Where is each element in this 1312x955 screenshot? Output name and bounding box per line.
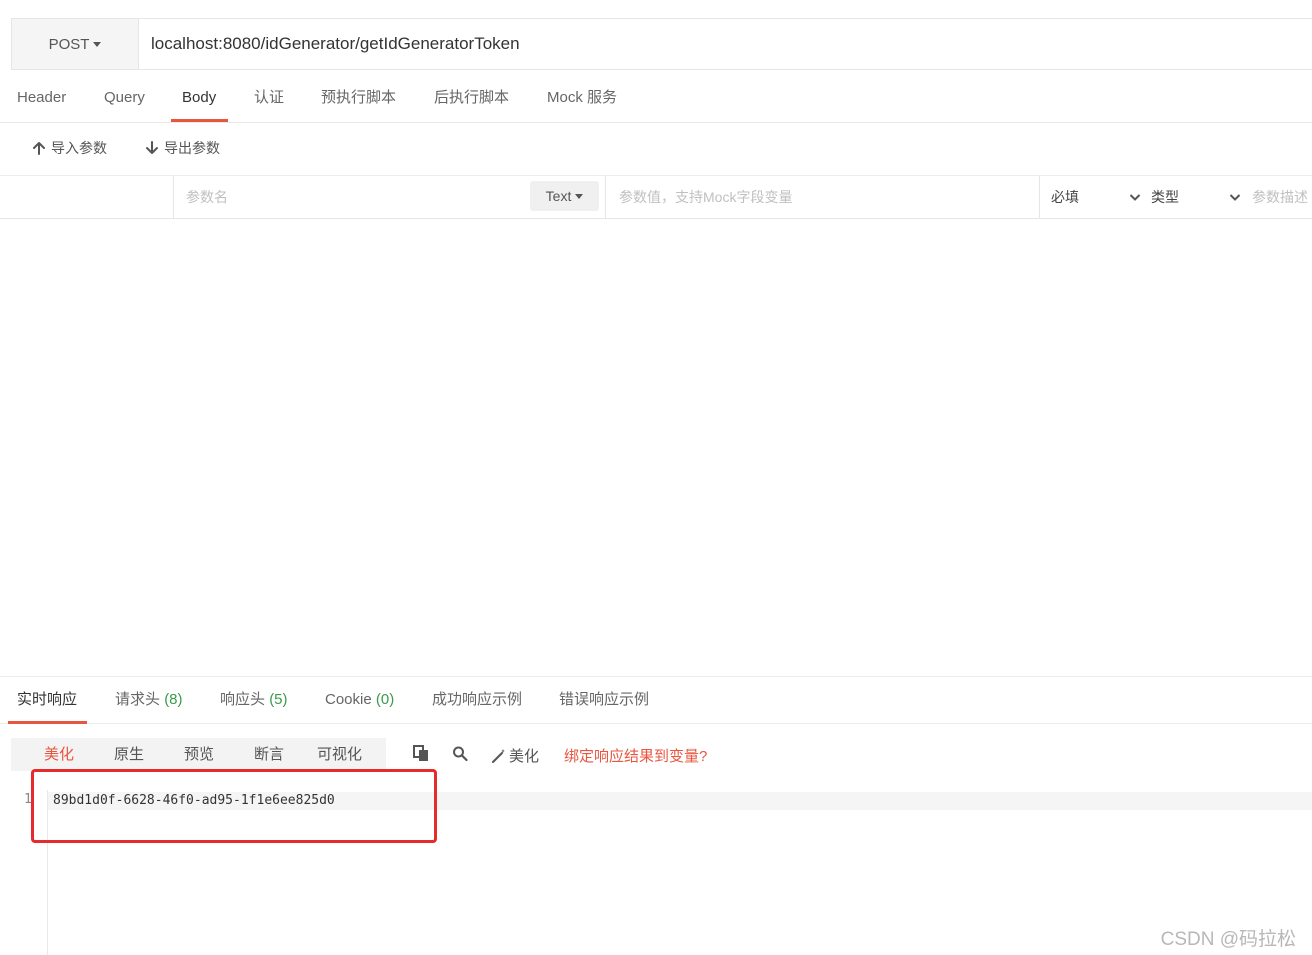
bind-response-link[interactable]: 绑定响应结果到变量? [564, 745, 707, 766]
highlight-annotation [31, 769, 437, 843]
tab-error-example[interactable]: 错误响应示例 [559, 677, 649, 724]
arrow-up-icon [33, 142, 45, 155]
view-mode-preview[interactable]: 预览 [184, 738, 214, 771]
import-params-label: 导入参数 [51, 140, 107, 156]
tab-response-headers-count: (5) [269, 691, 288, 708]
chevron-down-icon[interactable] [1229, 193, 1241, 202]
tab-auth[interactable]: 认证 [254, 76, 284, 122]
magic-wand-icon [492, 748, 505, 763]
import-export-bar: 导入参数 导出参数 [0, 124, 1312, 176]
param-desc-input[interactable]: 参数描述 [1252, 176, 1312, 218]
param-desc-cell: 参数描述 [1252, 176, 1312, 218]
tab-response-headers[interactable]: 响应头 (5) [220, 677, 288, 724]
beautify-label: 美化 [509, 748, 540, 765]
param-row-handle [0, 176, 174, 218]
active-tab-underline [171, 119, 228, 122]
watermark: CSDN @码拉松 [1160, 929, 1296, 950]
param-row: 参数名 Text 参数值，支持Mock字段变量 必填 类型 参数描述 [0, 176, 1312, 219]
caret-down-icon [93, 41, 102, 47]
request-tabs: Header Query Body 认证 预执行脚本 后执行脚本 Mock 服务 [0, 76, 1312, 123]
tab-post-script[interactable]: 后执行脚本 [434, 76, 509, 122]
tab-cookie[interactable]: Cookie (0) [325, 677, 394, 724]
tab-request-headers-label: 请求头 [115, 691, 161, 708]
method-label: POST [48, 35, 90, 53]
beautify-button[interactable]: 美化 [491, 745, 539, 766]
active-response-tab-underline [8, 721, 87, 724]
method-select[interactable]: POST [12, 19, 139, 69]
tab-header[interactable]: Header [17, 76, 66, 122]
type-select[interactable]: 类型 [1151, 176, 1179, 218]
import-params-button[interactable]: 导入参数 [32, 138, 107, 158]
tab-error-example-label: 错误响应示例 [559, 691, 650, 708]
tab-cookie-label: Cookie [325, 691, 372, 708]
arrow-down-icon [146, 141, 158, 154]
tab-query[interactable]: Query [104, 76, 145, 122]
tab-pre-script[interactable]: 预执行脚本 [321, 76, 396, 122]
view-mode-assert[interactable]: 断言 [254, 738, 284, 771]
required-label: 必填 [1051, 189, 1079, 205]
param-type-select[interactable]: Text [530, 181, 599, 211]
type-label: 类型 [1151, 189, 1179, 205]
param-type-select-label: Text [545, 188, 572, 204]
tab-request-headers[interactable]: 请求头 (8) [115, 677, 183, 724]
response-view-modes: 美化 原生 预览 断言 可视化 [11, 738, 386, 771]
tab-live-response-label: 实时响应 [17, 691, 78, 708]
param-value-input[interactable]: 参数值，支持Mock字段变量 [606, 176, 1026, 218]
view-mode-beautify[interactable]: 美化 [44, 738, 74, 771]
param-name-input[interactable]: 参数名 [174, 176, 524, 218]
chevron-down-icon[interactable] [1129, 193, 1141, 202]
tab-request-headers-count: (8) [164, 691, 183, 708]
export-params-label: 导出参数 [164, 140, 220, 156]
url-input[interactable] [139, 19, 1312, 69]
tab-success-example-label: 成功响应示例 [432, 691, 523, 708]
view-mode-visualize[interactable]: 可视化 [317, 738, 362, 771]
export-params-button[interactable]: 导出参数 [145, 138, 220, 158]
view-mode-raw[interactable]: 原生 [114, 738, 144, 771]
param-value-cell: 参数值，支持Mock字段变量 [606, 176, 1040, 218]
search-icon[interactable] [452, 745, 468, 762]
tab-body[interactable]: Body [182, 76, 216, 122]
tab-success-example[interactable]: 成功响应示例 [432, 677, 522, 724]
tab-response-headers-label: 响应头 [220, 691, 266, 708]
url-bar: POST [11, 18, 1312, 70]
copy-icon[interactable] [413, 745, 429, 762]
required-select[interactable]: 必填 [1051, 176, 1079, 218]
tab-live-response[interactable]: 实时响应 [17, 677, 77, 724]
caret-down-icon [575, 193, 584, 199]
tab-cookie-count: (0) [375, 691, 395, 708]
response-tabs: 实时响应 请求头 (8) 响应头 (5) Cookie (0) 成功响应示例 错… [0, 676, 1312, 724]
tab-mock-service[interactable]: Mock 服务 [547, 76, 617, 122]
